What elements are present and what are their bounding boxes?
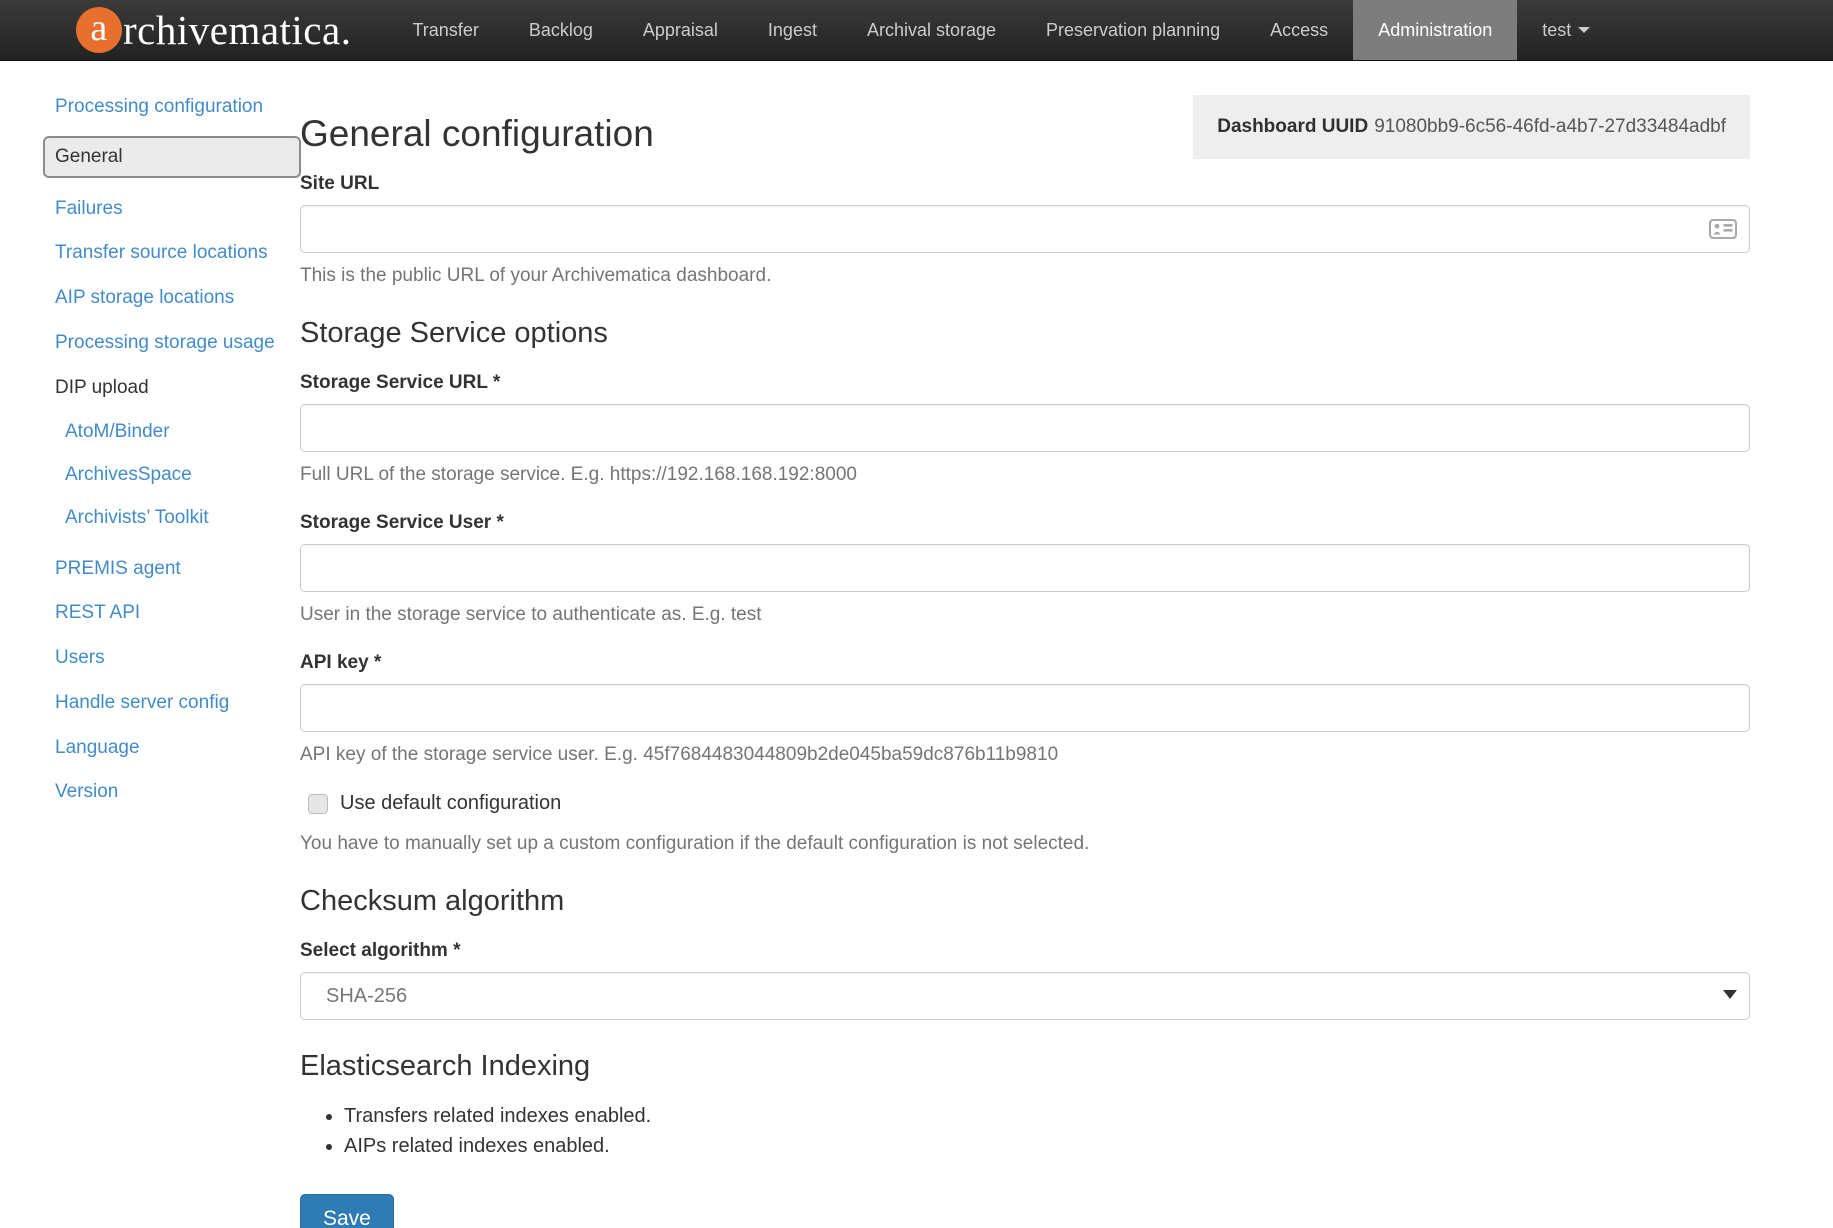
sidebar-item-archivesspace[interactable]: ArchivesSpace: [65, 463, 300, 487]
admin-sidebar: Processing configuration General Failure…: [0, 95, 300, 1228]
sidebar-link[interactable]: Users: [55, 647, 105, 668]
sidebar-item-transfer-source-locations[interactable]: Transfer source locations: [55, 241, 300, 265]
sidebar-item-atom-binder[interactable]: AtoM/Binder: [65, 420, 300, 444]
select-arrow-icon: [1723, 990, 1737, 999]
storage-service-user-help: User in the storage service to authentic…: [300, 604, 1750, 626]
site-url-input[interactable]: [300, 205, 1750, 253]
logo-a-icon: a: [76, 7, 122, 53]
chevron-down-icon: [1578, 27, 1590, 33]
elasticsearch-status-item: AIPs related indexes enabled.: [344, 1135, 1750, 1158]
sidebar-item-handle-server-config[interactable]: Handle server config: [55, 691, 300, 715]
site-url-label: Site URL: [300, 173, 1750, 195]
select-algorithm-label: Select algorithm *: [300, 940, 1750, 962]
dashboard-uuid-value: 91080bb9-6c56-46fd-a4b7-27d33484adbf: [1374, 116, 1726, 137]
sidebar-link[interactable]: Failures: [55, 198, 123, 219]
api-key-help: API key of the storage service user. E.g…: [300, 744, 1750, 766]
use-default-configuration-label[interactable]: Use default configuration: [340, 792, 561, 815]
sidebar-link[interactable]: ArchivesSpace: [65, 464, 192, 485]
user-menu-label: test: [1542, 20, 1571, 41]
elasticsearch-status-item: Transfers related indexes enabled.: [344, 1105, 1750, 1128]
sidebar-link[interactable]: AIP storage locations: [55, 287, 234, 308]
sidebar-item-general-active[interactable]: General: [43, 136, 301, 178]
sidebar-item-version[interactable]: Version: [55, 780, 300, 804]
sidebar-item-processing-storage-usage[interactable]: Processing storage usage: [55, 331, 300, 355]
api-key-input[interactable]: [300, 684, 1750, 732]
top-navbar: archivematica. Transfer Backlog Appraisa…: [0, 0, 1833, 61]
sidebar-link[interactable]: Version: [55, 781, 118, 802]
storage-service-user-label: Storage Service User *: [300, 512, 1750, 534]
archivematica-logo[interactable]: archivematica.: [0, 0, 387, 60]
logo-wordmark: rchivematica.: [123, 6, 351, 54]
sidebar-item-aip-storage-locations[interactable]: AIP storage locations: [55, 286, 300, 310]
sidebar-link[interactable]: AtoM/Binder: [65, 421, 170, 442]
storage-service-user-input[interactable]: [300, 544, 1750, 592]
nav-item-administration[interactable]: Administration: [1353, 0, 1517, 60]
sidebar-item-rest-api[interactable]: REST API: [55, 601, 300, 625]
sidebar-item-premis-agent[interactable]: PREMIS agent: [55, 557, 300, 581]
checksum-algorithm-heading: Checksum algorithm: [300, 885, 1750, 918]
sidebar-link[interactable]: PREMIS agent: [55, 558, 181, 579]
sidebar-item-dip-upload: DIP upload: [55, 376, 300, 400]
nav-item-transfer[interactable]: Transfer: [387, 0, 503, 60]
sidebar-link[interactable]: Handle server config: [55, 692, 229, 713]
user-menu[interactable]: test: [1517, 0, 1615, 60]
use-default-configuration-checkbox[interactable]: [308, 794, 328, 814]
page-title: General configuration: [300, 113, 654, 155]
site-url-help: This is the public URL of your Archivema…: [300, 265, 1750, 287]
nav-item-ingest[interactable]: Ingest: [743, 0, 842, 60]
sidebar-item-archivists-toolkit[interactable]: Archivists’ Toolkit: [65, 506, 300, 530]
sidebar-item-language[interactable]: Language: [55, 736, 300, 760]
api-key-label: API key *: [300, 652, 1750, 674]
main-nav: Transfer Backlog Appraisal Ingest Archiv…: [387, 0, 1615, 60]
dashboard-uuid-label: Dashboard UUID: [1217, 116, 1368, 137]
algorithm-select[interactable]: SHA-256: [300, 972, 1750, 1020]
storage-service-url-help: Full URL of the storage service. E.g. ht…: [300, 464, 1750, 486]
contact-card-icon[interactable]: [1708, 218, 1738, 245]
sidebar-link[interactable]: Transfer source locations: [55, 242, 268, 263]
dashboard-uuid-box: Dashboard UUID 91080bb9-6c56-46fd-a4b7-27…: [1193, 95, 1750, 159]
sidebar-link[interactable]: Language: [55, 737, 140, 758]
sidebar-link[interactable]: Archivists’ Toolkit: [65, 507, 209, 528]
nav-item-access[interactable]: Access: [1245, 0, 1353, 60]
elasticsearch-status-list: Transfers related indexes enabled. AIPs …: [344, 1105, 1750, 1158]
sidebar-item-users[interactable]: Users: [55, 646, 300, 670]
sidebar-link[interactable]: Processing configuration: [55, 96, 263, 117]
sidebar-item-failures[interactable]: Failures: [55, 197, 300, 221]
storage-service-url-input[interactable]: [300, 404, 1750, 452]
sidebar-item-processing-configuration[interactable]: Processing configuration: [55, 95, 300, 119]
storage-service-options-heading: Storage Service options: [300, 317, 1750, 350]
sidebar-link[interactable]: REST API: [55, 602, 140, 623]
save-button[interactable]: Save: [300, 1194, 394, 1228]
sidebar-link[interactable]: Processing storage usage: [55, 332, 275, 353]
elasticsearch-indexing-heading: Elasticsearch Indexing: [300, 1050, 1750, 1083]
nav-item-backlog[interactable]: Backlog: [504, 0, 618, 60]
storage-service-url-label: Storage Service URL *: [300, 372, 1750, 394]
nav-item-appraisal[interactable]: Appraisal: [618, 0, 743, 60]
use-default-configuration-help: You have to manually set up a custom con…: [300, 833, 1750, 855]
nav-item-archival-storage[interactable]: Archival storage: [842, 0, 1021, 60]
nav-item-preservation-planning[interactable]: Preservation planning: [1021, 0, 1245, 60]
algorithm-selected-value: SHA-256: [326, 985, 407, 1008]
